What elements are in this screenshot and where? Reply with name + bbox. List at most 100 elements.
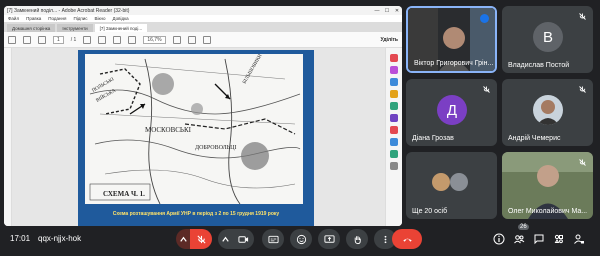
menu-view[interactable]: Подання [48, 16, 66, 21]
leave-call-button[interactable] [392, 229, 422, 249]
participant-name: Віктор Григорович Грін... [414, 60, 494, 67]
map-caption: Схема розташування Армії УНР в період з … [112, 211, 280, 217]
mic-off-icon [483, 86, 490, 93]
participant-tile-3[interactable]: Д Діана Грозав [406, 79, 497, 146]
map-label-schema: СХЕМА Ч. 1. [103, 190, 145, 198]
map-label-dobrovoltsi: ДОБРОВОЛЬЦІ [195, 145, 237, 151]
participant-name: Олег Миколайович Ма... [508, 208, 588, 215]
share-button[interactable]: Уділіть [381, 37, 398, 43]
shared-screen: [7] Замкнений поділ... - Adobe Acrobat R… [4, 6, 402, 226]
fill-sign-icon[interactable] [390, 150, 398, 158]
mic-off-icon [196, 234, 206, 244]
window-title: [7] Замкнений поділ... - Adobe Acrobat R… [7, 7, 130, 14]
chevron-up-icon [221, 236, 229, 242]
avatar: В [533, 22, 563, 52]
present-screen-icon [323, 234, 335, 243]
hang-up-icon [402, 238, 412, 242]
present-button[interactable] [318, 229, 340, 249]
page-number-input[interactable]: 1 [53, 35, 64, 44]
map-zone [191, 103, 203, 115]
organize-pages-icon[interactable] [390, 114, 398, 122]
maximize-icon[interactable]: ☐ [382, 8, 392, 14]
export-pdf-icon[interactable] [390, 54, 398, 62]
camera-toggle-button[interactable] [232, 229, 254, 249]
mic-options-button[interactable] [176, 229, 190, 249]
select-tool-icon[interactable] [83, 35, 92, 44]
minimize-icon[interactable]: — [372, 8, 382, 14]
raise-hand-button[interactable] [346, 229, 368, 249]
mic-toggle-button[interactable] [190, 229, 212, 249]
search-icon[interactable] [38, 35, 46, 44]
hand-icon [354, 235, 361, 244]
more-vert-icon [384, 235, 386, 243]
mic-off-icon [579, 159, 586, 166]
map-zone [152, 73, 174, 95]
edit-pdf-icon[interactable] [390, 66, 398, 74]
captions-button[interactable] [262, 229, 284, 249]
menu-window[interactable]: Вікно [95, 16, 106, 21]
chevron-up-icon [179, 236, 187, 242]
close-icon[interactable]: ✕ [392, 8, 402, 14]
menu-file[interactable]: Файл [8, 16, 19, 21]
zoom-level[interactable]: 16,7% [143, 35, 166, 44]
print-icon[interactable] [23, 35, 31, 44]
participant-tile-more[interactable]: Ще 20 осіб [406, 152, 497, 219]
tab-tools[interactable]: Інструменти [57, 24, 93, 32]
create-pdf-icon[interactable] [390, 78, 398, 86]
meeting-controls-bar: 17:01 qqx-njjx-hok 26 [0, 224, 600, 256]
zoom-in-icon[interactable] [128, 35, 137, 44]
mic-off-icon [579, 13, 586, 20]
hand-tool-icon[interactable] [98, 35, 107, 44]
avatar: Д [437, 95, 467, 125]
document-area: ПОЛЬСЬКІ ВІЙСЬКА МОСКОВСЬКІ ДОБРОВОЛЬЦІ … [4, 48, 402, 226]
activities-icon [554, 234, 563, 244]
mic-off-icon [579, 86, 586, 93]
camera-icon [237, 235, 248, 243]
people-icon [514, 235, 525, 244]
zoom-out-icon[interactable] [113, 35, 122, 44]
pdf-page: ПОЛЬСЬКІ ВІЙСЬКА МОСКОВСЬКІ ДОБРОВОЛЬЦІ … [78, 50, 314, 226]
comment-icon[interactable] [187, 35, 196, 44]
comment-tool-icon[interactable] [390, 90, 398, 98]
participant-tile-1[interactable]: Віктор Григорович Грін... [406, 6, 497, 73]
tab-document[interactable]: [7] Замкнений поді... [94, 24, 148, 32]
acrobat-tabs: Домашня сторінка Інструменти [7] Замкнен… [4, 22, 402, 32]
map-label-moskovski: МОСКОВСЬКІ [145, 126, 192, 134]
protect-icon[interactable] [390, 138, 398, 146]
acrobat-title-bar: [7] Замкнений поділ... - Adobe Acrobat R… [4, 6, 402, 15]
acrobat-tools-rail [385, 48, 402, 226]
chat-button[interactable] [531, 231, 547, 247]
menu-help[interactable]: Довідка [113, 16, 129, 21]
participant-tile-4[interactable]: Андрій Чемерис [502, 79, 593, 146]
meeting-details-button[interactable] [491, 231, 507, 247]
camera-options-button[interactable] [218, 229, 232, 249]
menu-sign[interactable]: Підпис [73, 16, 87, 21]
participant-count-badge: 26 [518, 224, 529, 230]
avatar-photo [533, 95, 563, 125]
reactions-button[interactable] [290, 229, 312, 249]
map-zone [241, 142, 269, 170]
activities-button[interactable] [551, 231, 567, 247]
info-icon [493, 233, 505, 245]
combine-files-icon[interactable] [390, 102, 398, 110]
page-total: / 1 [70, 36, 77, 43]
tab-home[interactable]: Домашня сторінка [7, 24, 56, 32]
fit-page-icon[interactable] [172, 35, 181, 44]
host-controls-button[interactable] [571, 231, 587, 247]
chat-icon [534, 234, 544, 245]
participant-name: Діана Грозав [412, 135, 454, 142]
menu-edit[interactable]: Правка [26, 16, 41, 21]
left-panel-toggle[interactable] [4, 48, 12, 226]
participant-name: Владислав Постой [508, 62, 570, 69]
participant-tile-2[interactable]: В Владислав Постой [502, 6, 593, 73]
highlight-icon[interactable] [202, 35, 211, 44]
bookmark-icon[interactable] [8, 35, 16, 44]
avatar-group-icon [432, 173, 468, 191]
acrobat-toolbar: 1 / 1 16,7% Уділіть [4, 32, 402, 48]
participant-tile-6[interactable]: Олег Миколайович Ма... [502, 152, 593, 219]
emoji-icon [296, 234, 306, 244]
more-tools-icon[interactable] [390, 162, 398, 170]
people-button[interactable]: 26 [511, 224, 529, 247]
compress-pdf-icon[interactable] [390, 126, 398, 134]
captions-icon [267, 235, 279, 243]
